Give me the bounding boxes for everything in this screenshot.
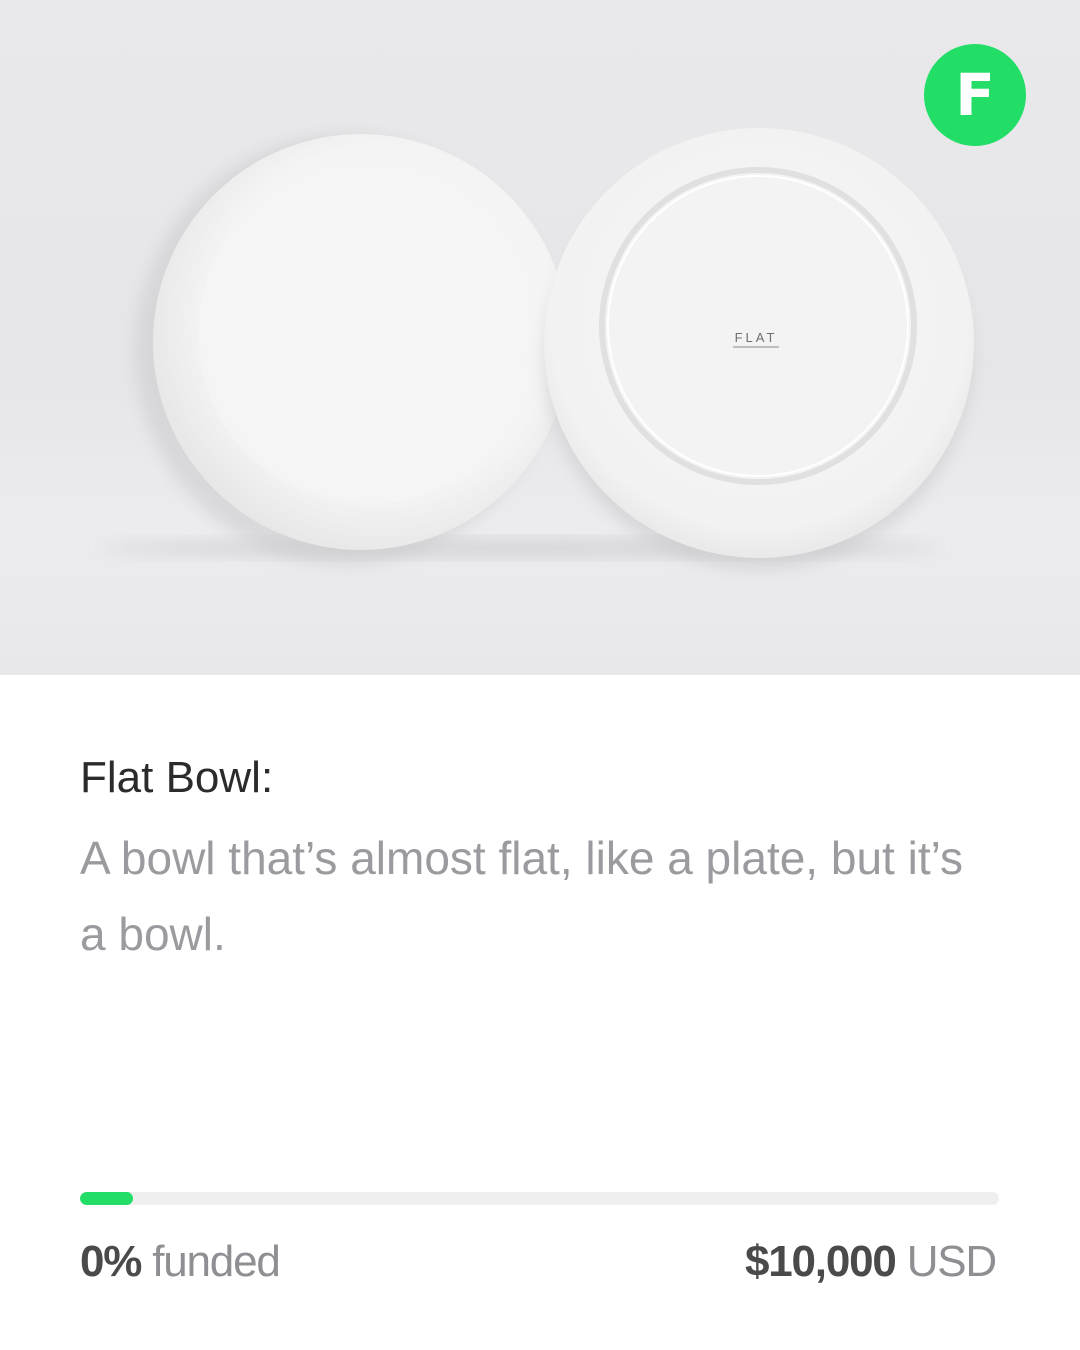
project-description: A bowl that’s almost flat, like a plate,… bbox=[80, 832, 963, 960]
goal-currency: USD bbox=[906, 1237, 998, 1286]
letter-f-icon: F bbox=[955, 61, 995, 129]
project-card[interactable]: FLAT F Flat Bowl: A bowl that’s almost f… bbox=[0, 0, 1080, 1350]
funded-percent: 0% bbox=[80, 1237, 142, 1286]
plates-illustration: FLAT bbox=[100, 128, 974, 570]
funding-progress-bar bbox=[80, 1192, 999, 1205]
funded-status: 0% funded bbox=[80, 1234, 281, 1290]
goal-amount: $10,000 bbox=[745, 1237, 897, 1286]
plate-stamp-text: FLAT bbox=[735, 330, 778, 345]
brand-logo-icon[interactable]: F bbox=[924, 44, 1026, 146]
funded-label: funded bbox=[152, 1237, 281, 1286]
product-image: FLAT F bbox=[0, 0, 1080, 675]
project-title: Flat Bowl: bbox=[80, 753, 274, 802]
funding-progress-fill bbox=[80, 1192, 133, 1205]
funding-goal: $10,000 USD bbox=[745, 1234, 998, 1290]
